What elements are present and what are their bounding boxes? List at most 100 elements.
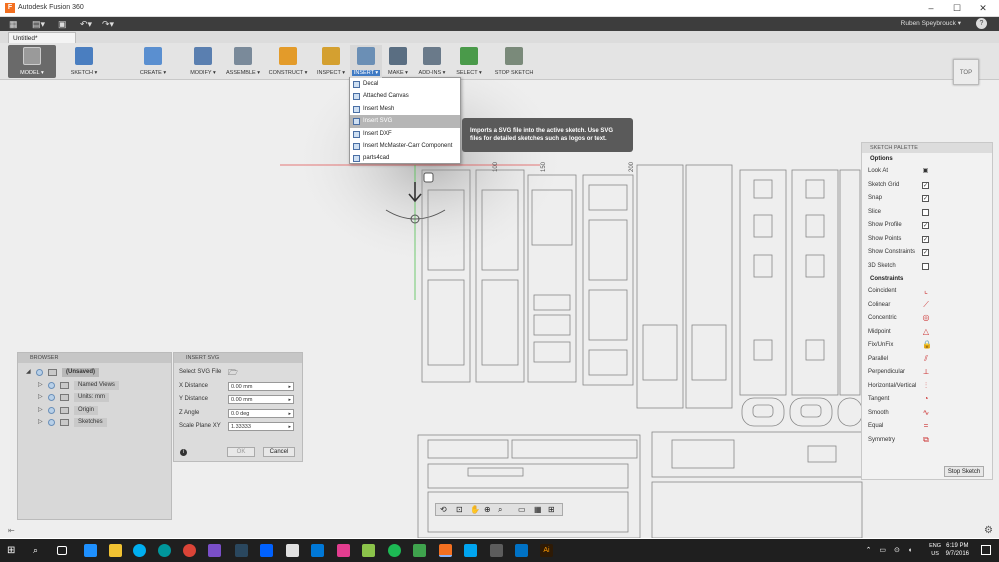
visibility-icon[interactable]: [48, 394, 55, 401]
browser-item[interactable]: ▷ Units: mm: [18, 391, 171, 404]
chrome-icon[interactable]: [183, 544, 196, 557]
look-at-icon[interactable]: ⊡: [456, 505, 463, 514]
constraint-row[interactable]: Smooth ∿: [862, 407, 992, 421]
constraint-row[interactable]: Colinear ⟋: [862, 299, 992, 313]
constraint-icon[interactable]: ⫽: [922, 354, 930, 363]
fusion-360-taskbar-icon[interactable]: [439, 544, 452, 557]
constraints-section-header[interactable]: Constraints: [862, 273, 992, 285]
toolbar-addins-menu[interactable]: ADD-INS ▾: [417, 45, 447, 78]
constraint-icon[interactable]: ⫶: [922, 381, 930, 390]
skype-icon[interactable]: [133, 544, 146, 557]
undo-icon[interactable]: ↶▾: [80, 19, 92, 29]
insert-menu-item[interactable]: Attached Canvas: [350, 90, 460, 102]
look-at-icon[interactable]: ▣: [922, 168, 929, 175]
cancel-button[interactable]: Cancel: [263, 447, 295, 457]
field-input[interactable]: 0.0 deg ▸: [228, 408, 294, 418]
illustrator-icon[interactable]: Ai: [540, 544, 553, 557]
browser-item[interactable]: ▷ Origin: [18, 404, 171, 417]
constraint-row[interactable]: Midpoint △: [862, 326, 992, 340]
visibility-icon[interactable]: [48, 406, 55, 414]
constraint-icon[interactable]: ⌞: [922, 287, 930, 295]
constraint-icon[interactable]: ◎: [922, 314, 930, 322]
visual-studio-icon[interactable]: [208, 544, 221, 557]
browser-item[interactable]: ▷ Named Views: [18, 379, 171, 392]
spotify-icon[interactable]: [388, 544, 401, 557]
constraint-icon[interactable]: ⟋: [922, 300, 930, 309]
field-input[interactable]: 1.33333 ▸: [228, 422, 294, 431]
file-explorer-icon[interactable]: [109, 544, 122, 557]
document-tab-untitled[interactable]: Untitled*: [8, 32, 76, 43]
pan-icon[interactable]: ✋: [470, 505, 480, 514]
display-settings-icon[interactable]: ▭: [518, 505, 526, 514]
expand-toggle-icon[interactable]: ▷: [38, 407, 44, 413]
outlook-icon[interactable]: [515, 544, 528, 557]
windows-start-icon[interactable]: ⊞: [7, 544, 20, 557]
constraint-row[interactable]: Perpendicular ⟂: [862, 366, 992, 380]
arduino-icon[interactable]: [158, 544, 171, 557]
close-button[interactable]: ✕: [972, 2, 994, 14]
field-input[interactable]: 0.00 mm ▸: [228, 381, 294, 391]
visibility-icon[interactable]: [48, 381, 55, 389]
options-section-header[interactable]: Options: [862, 153, 992, 165]
fit-icon[interactable]: ⌕: [498, 505, 502, 515]
file-menu-icon[interactable]: ▤▾: [32, 19, 45, 29]
stop-sketch-button[interactable]: Stop Sketch: [944, 466, 984, 477]
minimize-button[interactable]: –: [920, 2, 942, 14]
palette-checkbox[interactable]: ✓: [922, 222, 929, 229]
expand-toggle-icon[interactable]: ▷: [38, 382, 44, 388]
task-view-icon[interactable]: [57, 546, 67, 555]
palette-checkbox[interactable]: ✓: [922, 195, 929, 202]
field-input[interactable]: 0.00 mm ▸: [228, 395, 294, 404]
constraint-icon[interactable]: ⧉: [922, 435, 930, 444]
visibility-icon[interactable]: [48, 419, 55, 426]
insert-menu-item[interactable]: Insert SVG: [350, 115, 460, 128]
insert-menu-item[interactable]: parts4cad: [350, 152, 460, 164]
toolbar-inspect-menu[interactable]: INSPECT ▾: [316, 45, 346, 78]
media-app-icon[interactable]: [337, 544, 350, 557]
grid-settings-icon[interactable]: ▦: [534, 505, 542, 514]
field-arrow-icon[interactable]: ▸: [288, 396, 291, 404]
insert-menu-item[interactable]: Insert Mesh: [350, 103, 460, 115]
palette-checkbox[interactable]: ✓: [922, 181, 929, 189]
constraint-row[interactable]: Coincident ⌞: [862, 285, 992, 299]
constraint-row[interactable]: Tangent ◔: [862, 393, 992, 407]
maximize-button[interactable]: ☐: [946, 2, 968, 14]
help-icon[interactable]: ?: [976, 18, 987, 29]
browser-item[interactable]: ▷ Sketches: [18, 416, 171, 429]
expand-toggle-icon[interactable]: ▷: [38, 419, 44, 425]
ok-button[interactable]: OK: [227, 447, 255, 457]
constraint-icon[interactable]: ⟂: [922, 368, 930, 376]
taskbar-clock[interactable]: 6:19 PM 9/7/2016: [946, 542, 969, 558]
data-panel-grid-icon[interactable]: ▦: [9, 19, 18, 29]
toolbar-assemble-menu[interactable]: ASSEMBLE ▾: [224, 45, 262, 78]
edge-browser-icon[interactable]: [84, 544, 97, 557]
constraint-row[interactable]: Concentric ◎: [862, 312, 992, 326]
action-center-icon[interactable]: [981, 545, 991, 555]
field-arrow-icon[interactable]: ▸: [288, 423, 291, 431]
constraint-row[interactable]: Fix/UnFix 🔒: [862, 339, 992, 353]
inkscape-icon[interactable]: [286, 544, 299, 557]
toolbar-construct-menu[interactable]: CONSTRUCT ▾: [264, 45, 312, 78]
insert-menu-item[interactable]: Insert McMaster-Carr Component: [350, 140, 460, 152]
settings-gear-icon[interactable]: ⚙: [984, 525, 993, 536]
constraint-row[interactable]: Horizontal/Vertical ⫶: [862, 380, 992, 394]
constraint-row[interactable]: Parallel ⫽: [862, 353, 992, 367]
constraint-icon[interactable]: ◔: [922, 395, 930, 403]
constraint-row[interactable]: Equal =: [862, 420, 992, 434]
toolbar-create-menu[interactable]: CREATE ▾: [132, 45, 174, 78]
timeline-collapse-icon[interactable]: ⇤: [8, 526, 15, 535]
constraint-icon[interactable]: =: [922, 422, 930, 430]
dropbox-icon[interactable]: [260, 544, 273, 557]
insert-menu-item[interactable]: Insert DXF: [350, 128, 460, 140]
palette-checkbox[interactable]: ✓: [922, 235, 929, 243]
zoom-icon[interactable]: ⊕: [484, 505, 491, 514]
arduino-ide-icon[interactable]: [311, 544, 324, 557]
constraint-row[interactable]: Symmetry ⧉: [862, 434, 992, 448]
user-account-menu[interactable]: Ruben Speybrouck ▾: [901, 19, 961, 27]
photos-icon[interactable]: [464, 544, 477, 557]
palette-checkbox[interactable]: ✓: [922, 249, 929, 256]
orbit-icon[interactable]: ⟲: [440, 505, 447, 514]
green-app-icon[interactable]: [413, 544, 426, 557]
viewports-icon[interactable]: ⊞: [548, 505, 555, 514]
palette-checkbox[interactable]: [922, 208, 929, 216]
